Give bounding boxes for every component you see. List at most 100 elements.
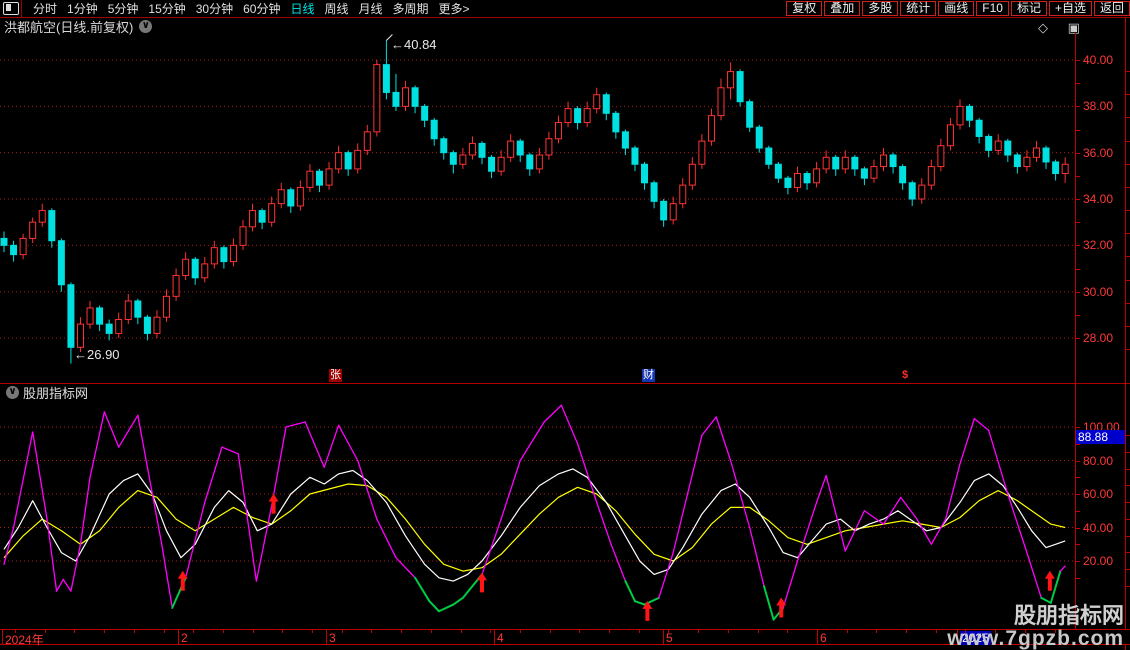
period-tab[interactable]: 5分钟 (108, 0, 139, 17)
candle-body (431, 120, 437, 139)
toolbar-button[interactable]: 复权 (786, 1, 822, 16)
candle-body (852, 157, 858, 169)
candle-body (297, 187, 303, 206)
candle-body (794, 174, 800, 188)
period-tab[interactable]: 月线 (359, 0, 383, 17)
j-line (659, 553, 673, 598)
month-boundary-line (178, 630, 179, 644)
indicator-header: ∨ 股朋指标网 K: 32.11 D: 39.65 J: 17.04 (0, 385, 261, 399)
d-line (4, 484, 1065, 571)
low-price-annotation: ←26.90 (74, 347, 120, 362)
period-tab[interactable]: 60分钟 (243, 0, 280, 17)
indicator-axis-tick (1075, 544, 1080, 545)
j-line (256, 506, 271, 581)
candle-body (919, 185, 925, 199)
period-tab[interactable]: 分时 (33, 0, 57, 17)
j-line (974, 419, 988, 431)
candle-body (938, 146, 944, 167)
time-axis-tick (550, 630, 551, 633)
candle-body (766, 148, 772, 164)
time-axis-tick (134, 630, 135, 633)
period-tab[interactable]: 更多> (439, 0, 470, 17)
candle-body (479, 143, 485, 157)
candle-body (584, 109, 590, 123)
candle-body (747, 102, 753, 127)
indicator-axis-label: 40.00 (1083, 521, 1113, 535)
edge-tick (1126, 586, 1130, 587)
candle-body (775, 164, 781, 178)
kdj-indicator-chart[interactable] (0, 398, 1075, 628)
toolbar-button[interactable]: 多股 (862, 1, 898, 16)
candle-body (976, 120, 982, 136)
candle-body (603, 95, 609, 114)
price-axis-tick (1075, 130, 1080, 131)
time-axis-tick (342, 630, 343, 633)
price-axis-label: 32.00 (1083, 238, 1113, 252)
period-tab[interactable]: 日线 (290, 0, 314, 17)
toolbar-button[interactable]: 统计 (900, 1, 936, 16)
candle-body (403, 88, 409, 107)
indicator-axis-label: 60.00 (1083, 487, 1113, 501)
time-axis-tick (401, 630, 402, 633)
j-line (611, 544, 625, 581)
candle-body (364, 132, 370, 151)
j-line (162, 544, 173, 608)
candle-body (651, 183, 657, 202)
candle-body (106, 324, 112, 333)
j-line-oversold (453, 598, 463, 605)
j-line (989, 430, 1008, 494)
period-tabs: 分时 1分钟 5分钟 15分钟 30分钟 60分钟日线周线月线多周期更多> (28, 0, 475, 17)
candle-body (250, 211, 256, 227)
candle-body (192, 259, 198, 278)
time-axis-tick (965, 630, 966, 633)
event-marker[interactable]: 张 (329, 369, 342, 382)
candle-body (699, 141, 705, 164)
candlestick-chart[interactable] (0, 33, 1075, 383)
event-marker[interactable]: 财 (642, 369, 655, 382)
candle-body (383, 65, 389, 93)
period-tab[interactable]: 15分钟 (148, 0, 185, 17)
price-axis-tick (1075, 269, 1080, 270)
high-price-annotation: ←40.84 (391, 37, 437, 52)
time-axis-tick (520, 630, 521, 633)
toolbar-button[interactable]: 叠加 (824, 1, 860, 16)
j-line (750, 528, 764, 587)
j-line (716, 417, 730, 461)
j-line (104, 412, 118, 447)
toolbar-button[interactable]: F10 (976, 1, 1009, 16)
collapse-chevron-icon[interactable]: ∨ (139, 20, 152, 33)
edge-tick (1126, 164, 1130, 165)
candle-body (326, 169, 332, 185)
candle-body (230, 245, 236, 261)
j-line-oversold (429, 601, 439, 611)
period-tab[interactable]: 1分钟 (67, 0, 98, 17)
toolbar-button[interactable]: +自选 (1049, 1, 1092, 16)
candle-body (68, 285, 74, 348)
time-axis-tick (282, 630, 283, 633)
candle-body (947, 125, 953, 146)
toolbar-button[interactable]: 标记 (1011, 1, 1047, 16)
candle-body (871, 167, 877, 179)
toolbar-button[interactable]: 画线 (938, 1, 974, 16)
j-line (817, 476, 827, 503)
period-tab[interactable]: 周线 (324, 0, 348, 17)
candle-body (594, 95, 600, 109)
candlestick-series (1, 41, 1068, 364)
indicator-collapse-icon[interactable]: ∨ (6, 386, 19, 399)
toolbar-button[interactable]: 返回 (1094, 1, 1130, 16)
time-axis-tick (15, 630, 16, 633)
window-split-icon[interactable] (3, 2, 19, 15)
time-axis[interactable]: 2024年234562025 (0, 629, 1130, 645)
candle-body (498, 157, 504, 171)
candle-body (555, 123, 561, 139)
price-axis-tick (1075, 83, 1080, 84)
j-line (4, 528, 14, 565)
period-tab[interactable]: 30分钟 (196, 0, 233, 17)
j-line (222, 447, 238, 454)
candle-body (661, 201, 667, 220)
time-axis-tick (312, 630, 313, 633)
time-axis-tick (1025, 630, 1026, 633)
candle-body (278, 190, 284, 204)
period-tab[interactable]: 多周期 (393, 0, 429, 17)
event-marker[interactable]: $ (901, 369, 909, 382)
